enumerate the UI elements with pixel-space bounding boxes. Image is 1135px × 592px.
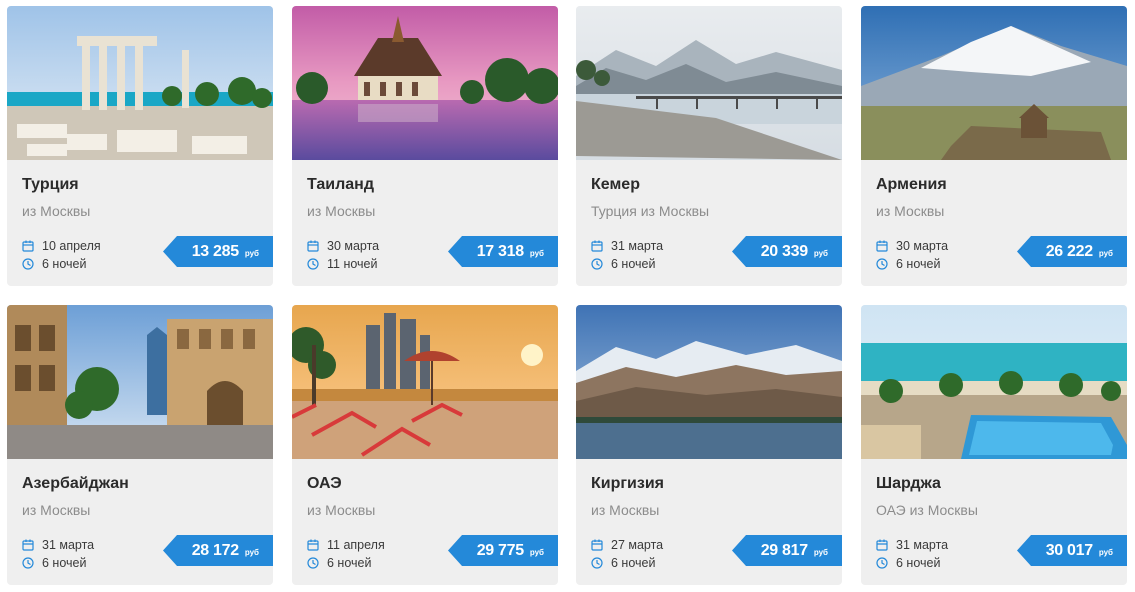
destination-photo [576, 305, 842, 459]
departure-subtitle: из Москвы [307, 203, 376, 219]
departure-subtitle: из Москвы [22, 203, 91, 219]
clock-icon [22, 258, 34, 270]
tour-meta: 30 марта 11 ночей [307, 237, 379, 273]
price-tag[interactable]: 26 222 руб [1017, 236, 1127, 267]
price-currency: руб [529, 547, 544, 557]
departure-subtitle: из Москвы [876, 203, 945, 219]
destination-photo [861, 6, 1127, 160]
nights-count: 6 ночей [611, 556, 656, 570]
calendar-icon [22, 240, 34, 252]
price-tag[interactable]: 13 285 руб [163, 236, 273, 267]
nights-count: 6 ночей [327, 556, 372, 570]
calendar-icon [307, 539, 319, 551]
destination-title: Армения [876, 176, 947, 193]
tour-meta: 31 марта 6 ночей [876, 536, 948, 572]
price-currency: руб [813, 248, 828, 258]
calendar-icon [591, 539, 603, 551]
price-currency: руб [244, 547, 259, 557]
departure-date: 10 апреля [42, 239, 101, 253]
tour-card-kemer[interactable]: Кемер Турция из Москвы 31 марта 6 ночей … [576, 6, 842, 286]
clock-icon [22, 557, 34, 569]
destination-photo [7, 6, 273, 160]
departure-date: 30 марта [327, 239, 380, 253]
departure-subtitle: из Москвы [22, 502, 91, 518]
price-currency: руб [1098, 248, 1113, 258]
clock-icon [307, 258, 319, 270]
tour-card-uae[interactable]: ОАЭ из Москвы 11 апреля 6 ночей 29 775 ру… [292, 305, 558, 585]
price-amount: 30 017 [1045, 541, 1093, 559]
departure-subtitle: ОАЭ из Москвы [876, 502, 978, 518]
tour-card-armenia[interactable]: Армения из Москвы 30 марта 6 ночей 26 22… [861, 6, 1127, 286]
tour-card-azerbaijan[interactable]: Азербайджан из Москвы 31 марта 6 ночей 2… [7, 305, 273, 585]
calendar-icon [307, 240, 319, 252]
departure-date: 30 марта [896, 239, 949, 253]
price-currency: руб [1098, 547, 1113, 557]
destination-photo [576, 6, 842, 160]
calendar-icon [591, 240, 603, 252]
nights-count: 11 ночей [327, 257, 378, 271]
tour-meta: 11 апреля 6 ночей [307, 536, 385, 572]
price-tag[interactable]: 29 775 руб [448, 535, 558, 566]
destination-photo [292, 305, 558, 459]
destination-photo [292, 6, 558, 160]
destination-title: Азербайджан [22, 475, 129, 492]
price-tag[interactable]: 28 172 руб [163, 535, 273, 566]
departure-subtitle: из Москвы [591, 502, 660, 518]
price-amount: 13 285 [191, 242, 239, 260]
departure-date: 31 марта [896, 538, 949, 552]
departure-subtitle: из Москвы [307, 502, 376, 518]
tour-meta: 30 марта 6 ночей [876, 237, 948, 273]
clock-icon [591, 557, 603, 569]
tour-meta: 31 марта 6 ночей [22, 536, 94, 572]
nights-count: 6 ночей [896, 556, 941, 570]
tour-offers-grid: Турция из Москвы 10 апреля 6 ночей 13 28… [0, 0, 1135, 592]
departure-date: 31 марта [611, 239, 664, 253]
nights-count: 6 ночей [611, 257, 656, 271]
destination-photo [861, 305, 1127, 459]
nights-count: 6 ночей [896, 257, 941, 271]
tour-meta: 10 апреля 6 ночей [22, 237, 101, 273]
clock-icon [876, 557, 888, 569]
nights-count: 6 ночей [42, 257, 87, 271]
tour-card-turkey[interactable]: Турция из Москвы 10 апреля 6 ночей 13 28… [7, 6, 273, 286]
destination-title: Шарджа [876, 475, 941, 492]
destination-title: Турция [22, 176, 79, 193]
price-amount: 28 172 [191, 541, 239, 559]
destination-title: Таиланд [307, 176, 374, 193]
price-amount: 29 775 [476, 541, 524, 559]
tour-card-thailand[interactable]: Таиланд из Москвы 30 марта 11 ночей 17 3… [292, 6, 558, 286]
nights-count: 6 ночей [42, 556, 87, 570]
clock-icon [591, 258, 603, 270]
price-amount: 26 222 [1045, 242, 1093, 260]
price-currency: руб [244, 248, 259, 258]
price-tag[interactable]: 29 817 руб [732, 535, 842, 566]
departure-date: 11 апреля [327, 538, 385, 552]
calendar-icon [876, 539, 888, 551]
departure-date: 31 марта [42, 538, 95, 552]
tour-meta: 31 марта 6 ночей [591, 237, 663, 273]
price-tag[interactable]: 17 318 руб [448, 236, 558, 267]
price-tag[interactable]: 30 017 руб [1017, 535, 1127, 566]
calendar-icon [22, 539, 34, 551]
clock-icon [876, 258, 888, 270]
price-amount: 20 339 [760, 242, 808, 260]
departure-subtitle: Турция из Москвы [591, 203, 710, 219]
calendar-icon [876, 240, 888, 252]
tour-meta: 27 марта 6 ночей [591, 536, 663, 572]
destination-title: Кемер [591, 176, 640, 193]
price-tag[interactable]: 20 339 руб [732, 236, 842, 267]
price-currency: руб [813, 547, 828, 557]
destination-title: Киргизия [591, 475, 664, 492]
tour-card-kyrgyzstan[interactable]: Киргизия из Москвы 27 марта 6 ночей 29 8… [576, 305, 842, 585]
tour-card-sharjah[interactable]: Шарджа ОАЭ из Москвы 31 марта 6 ночей 30… [861, 305, 1127, 585]
clock-icon [307, 557, 319, 569]
departure-date: 27 марта [611, 538, 664, 552]
price-amount: 17 318 [476, 242, 524, 260]
destination-photo [7, 305, 273, 459]
price-amount: 29 817 [760, 541, 808, 559]
price-currency: руб [529, 248, 544, 258]
destination-title: ОАЭ [307, 475, 342, 492]
